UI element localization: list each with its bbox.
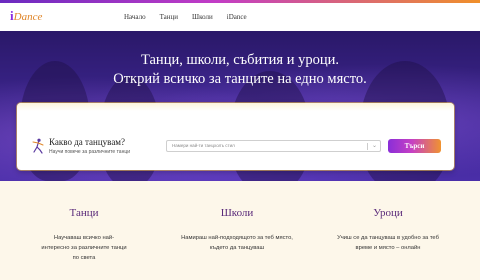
dancer-icon: [32, 138, 44, 154]
nav-item-idance[interactable]: iDance: [227, 13, 247, 21]
features-section: Танци Научаваш всичко най- интересно за …: [0, 181, 480, 280]
feature-text-line: Научаваш всичко най-: [53, 235, 115, 241]
nav-item-dances[interactable]: Танци: [160, 13, 178, 21]
dance-style-select[interactable]: Намери най-ти танцхолъ стил ⌄: [166, 140, 381, 152]
feature-title: Школи: [220, 207, 254, 219]
chevron-down-icon[interactable]: ⌄: [372, 142, 377, 149]
feature-text-line: Намираш най-подходящото за теб място,: [181, 235, 293, 241]
site-header: iDance Начало Танци Школи iDance: [0, 3, 480, 31]
search-button[interactable]: Търси: [388, 139, 441, 153]
nav-item-home[interactable]: Начало: [124, 13, 146, 21]
feature-lessons: Уроци Учиш се да танцуваш в удобно за те…: [318, 206, 458, 253]
feature-dances: Танци Научаваш всичко най- интересно за …: [14, 206, 154, 263]
search-heading: Какво да танцувам?: [49, 137, 125, 147]
hero-title: Танци, школи, събития и уроци. Открий вс…: [0, 51, 480, 89]
select-divider: [367, 143, 368, 150]
hero-line-1: Танци, школи, събития и уроци.: [141, 52, 339, 68]
feature-text-line: Учиш се да танцуваш в удобно за теб: [337, 235, 439, 241]
feature-text-line: където да танцуваш: [209, 245, 265, 251]
feature-description: Учиш се да танцуваш в удобно за теб врем…: [318, 233, 458, 253]
select-placeholder: Намери най-ти танцхолъ стил: [172, 143, 235, 148]
dance-search-card: Какво да танцувам? Научи повече за разли…: [17, 103, 454, 170]
logo-wordmark: Dance: [13, 11, 43, 23]
search-subheading: Научи повече за различните танци: [49, 149, 131, 155]
feature-description: Научаваш всичко най- интересно за различ…: [14, 233, 154, 263]
nav-item-schools[interactable]: Школи: [192, 13, 213, 21]
feature-text-line: време и място – онлайн: [355, 245, 421, 251]
main-nav: Начало Танци Школи iDance: [124, 13, 247, 21]
feature-schools: Школи Намираш най-подходящото за теб мяс…: [167, 206, 307, 253]
feature-title: Уроци: [373, 207, 403, 219]
feature-text-line: по света: [72, 255, 96, 261]
feature-text-line: интересно за различните танци: [41, 245, 127, 251]
feature-title: Танци: [69, 207, 99, 219]
hero-line-2: Открий всичко за танците на едно място.: [113, 71, 367, 87]
site-logo[interactable]: iDance: [10, 9, 42, 24]
card-top-strip: [17, 103, 454, 111]
feature-description: Намираш най-подходящото за теб място, къ…: [167, 233, 307, 253]
